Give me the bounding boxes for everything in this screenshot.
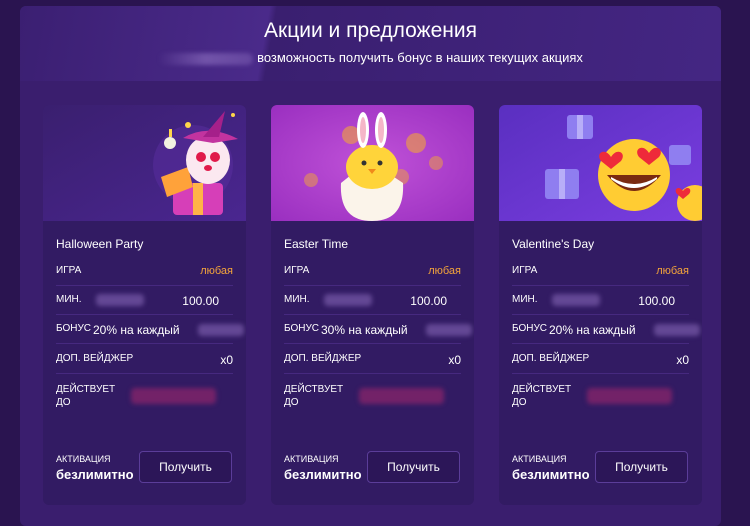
game-label: ИГРА [284,265,310,276]
get-bonus-button[interactable]: Получить [139,451,232,483]
divider [56,343,233,344]
game-label: ИГРА [56,265,82,276]
card-title: Halloween Party [56,237,144,251]
bonus-value: 20% на каждый [93,323,180,337]
game-value: любая [428,265,461,277]
promotions-panel: Акции и предложения возможность получить… [20,6,721,526]
extra-wager-value: x0 [676,353,689,367]
promo-card-halloween: Halloween Party ИГРА любая МИН. 100.00 Б… [43,105,246,505]
divider [284,314,461,315]
divider [56,285,233,286]
min-label: МИН. [56,294,82,305]
valid-until-label: ДЕЙСТВУЕТ ДО [512,384,572,408]
promo-card-easter: Easter Time ИГРА любая МИН. 100.00 БОНУС… [271,105,474,505]
activation-value: безлимитно [56,467,134,482]
game-label: ИГРА [512,265,538,276]
min-value: 100.00 [638,294,675,308]
bonus-label: БОНУС [512,323,548,334]
blurred-text [587,388,672,404]
divider [512,343,689,344]
divider [284,285,461,286]
divider [284,343,461,344]
easter-chick-egg-icon [271,105,474,221]
activation-label: АКТИВАЦИЯ [284,454,339,464]
game-value: любая [656,265,689,277]
activation-label: АКТИВАЦИЯ [512,454,567,464]
activation-label: АКТИВАЦИЯ [56,454,111,464]
extra-wager-label: ДОП. ВЕЙДЖЕР [284,353,362,364]
divider [512,314,689,315]
divider [284,373,461,374]
blurred-text [426,324,472,336]
valid-until-label: ДЕЙСТВУЕТ ДО [284,384,344,408]
valid-until-row: ДЕЙСТВУЕТ ДО [512,383,689,409]
blurred-text [158,52,254,65]
divider [512,373,689,374]
blurred-text [198,324,244,336]
divider [512,285,689,286]
page-title: Акции и предложения [264,19,477,42]
blurred-text [324,294,372,306]
valid-until-row: ДЕЙСТВУЕТ ДО [56,383,233,409]
activation-value: безлимитно [512,467,590,482]
blurred-text [131,388,216,404]
bonus-label: БОНУС [284,323,320,334]
divider [56,373,233,374]
page-subtitle: возможность получить бонус в наших текущ… [20,50,721,65]
blurred-text [96,294,144,306]
divider [56,314,233,315]
activation-value: безлимитно [284,467,362,482]
min-value: 100.00 [182,294,219,308]
blurred-text [552,294,600,306]
get-bonus-button[interactable]: Получить [595,451,688,483]
extra-wager-value: x0 [448,353,461,367]
bonus-label: БОНУС [56,323,92,334]
promo-card-valentine: Valentine's Day ИГРА любая МИН. 100.00 Б… [499,105,702,505]
get-bonus-button[interactable]: Получить [367,451,460,483]
blurred-text [359,388,444,404]
card-title: Easter Time [284,237,349,251]
min-label: МИН. [512,294,538,305]
bonus-value: 20% на каждый [549,323,636,337]
extra-wager-label: ДОП. ВЕЙДЖЕР [56,353,134,364]
min-label: МИН. [284,294,310,305]
halloween-ghost-gift-icon [43,105,246,221]
bonus-value: 30% на каждый [321,323,408,337]
min-value: 100.00 [410,294,447,308]
valid-until-label: ДЕЙСТВУЕТ ДО [56,384,116,408]
page-subtitle-text: возможность получить бонус в наших текущ… [257,50,583,65]
promotions-header: Акции и предложения возможность получить… [20,6,721,81]
heart-eyes-emoji-icon [499,105,702,221]
card-title: Valentine's Day [512,237,595,251]
extra-wager-value: x0 [220,353,233,367]
extra-wager-label: ДОП. ВЕЙДЖЕР [512,353,590,364]
game-value: любая [200,265,233,277]
blurred-text [654,324,700,336]
valid-until-row: ДЕЙСТВУЕТ ДО [284,383,461,409]
